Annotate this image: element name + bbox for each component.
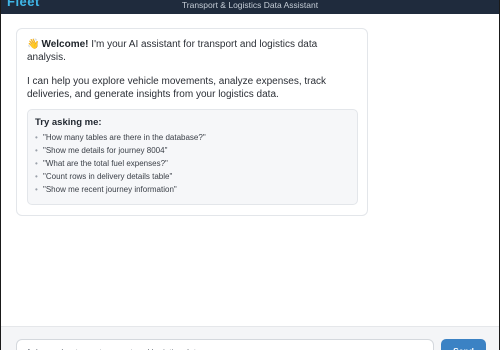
suggestions-title: Try asking me: — [35, 117, 102, 128]
app-subtitle: Transport & Logistics Data Assistant — [181, 0, 319, 10]
message-input[interactable]: Ask me about your transport and logistic… — [16, 339, 434, 350]
suggestions-list: "How many tables are there in the databa… — [35, 133, 350, 198]
suggestions-box: Try asking me: "How many tables are ther… — [27, 109, 358, 205]
suggestion-item: "What are the total fuel expenses?" — [35, 159, 350, 172]
suggestion-item: "Show me recent journey information" — [35, 185, 350, 198]
composer-bar: Ask me about your transport and logistic… — [1, 326, 499, 350]
welcome-heading: Welcome! — [41, 39, 89, 50]
assistant-message: 👋 Welcome! I'm your AI assistant for tran… — [16, 28, 368, 216]
app-header: Fleet Transport & Logistics Data Assista… — [1, 0, 499, 14]
app-window: Fleet Transport & Logistics Data Assista… — [0, 0, 500, 350]
waving-hand-icon: 👋 — [27, 39, 40, 50]
intro-text: I can help you explore vehicle movements… — [27, 76, 327, 100]
welcome-line: 👋 Welcome! I'm your AI assistant for tran… — [27, 38, 357, 64]
suggestion-item: "How many tables are there in the databa… — [35, 133, 350, 146]
chat-area[interactable]: 👋 Welcome! I'm your AI assistant for tran… — [1, 14, 499, 326]
suggestion-item: "Count rows in delivery details table" — [35, 172, 350, 185]
send-button[interactable]: Send — [441, 339, 486, 350]
suggestion-item: "Show me details for journey 8004" — [35, 146, 350, 159]
